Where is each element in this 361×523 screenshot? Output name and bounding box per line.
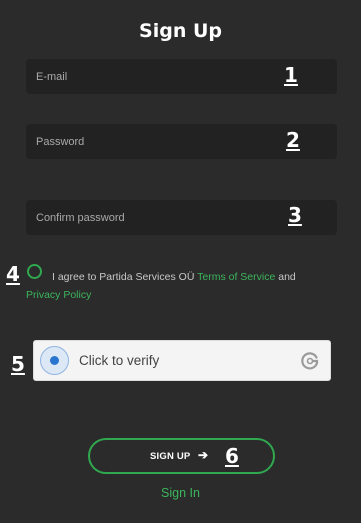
captcha-dot-icon xyxy=(50,356,59,365)
sign-in-link[interactable]: Sign In xyxy=(0,486,361,500)
step-marker-6: 6 xyxy=(225,444,239,468)
terms-of-service-link[interactable]: Terms of Service xyxy=(197,271,275,283)
step-marker-1: 1 xyxy=(284,63,298,87)
arrow-right-icon: ➔ xyxy=(198,448,209,462)
sign-up-button[interactable]: SIGN UP ➔ xyxy=(88,438,275,474)
step-marker-5: 5 xyxy=(11,352,25,376)
captcha-logo-icon xyxy=(301,352,319,370)
sign-up-label: SIGN UP xyxy=(150,451,191,462)
step-marker-4: 4 xyxy=(6,262,20,286)
privacy-policy-link[interactable]: Privacy Policy xyxy=(26,289,91,301)
step-marker-2: 2 xyxy=(286,128,300,152)
captcha-label: Click to verify xyxy=(79,353,160,368)
agreement-text: I agree to Partida Services OÜ Terms of … xyxy=(26,268,326,304)
agreement-text-before: I agree to Partida Services OÜ xyxy=(52,271,198,283)
agreement-text-middle: and xyxy=(275,271,296,283)
captcha-checkbox[interactable] xyxy=(40,346,69,375)
captcha-widget[interactable]: Click to verify xyxy=(33,340,331,381)
step-marker-3: 3 xyxy=(288,203,302,227)
page-title: Sign Up xyxy=(139,20,222,42)
